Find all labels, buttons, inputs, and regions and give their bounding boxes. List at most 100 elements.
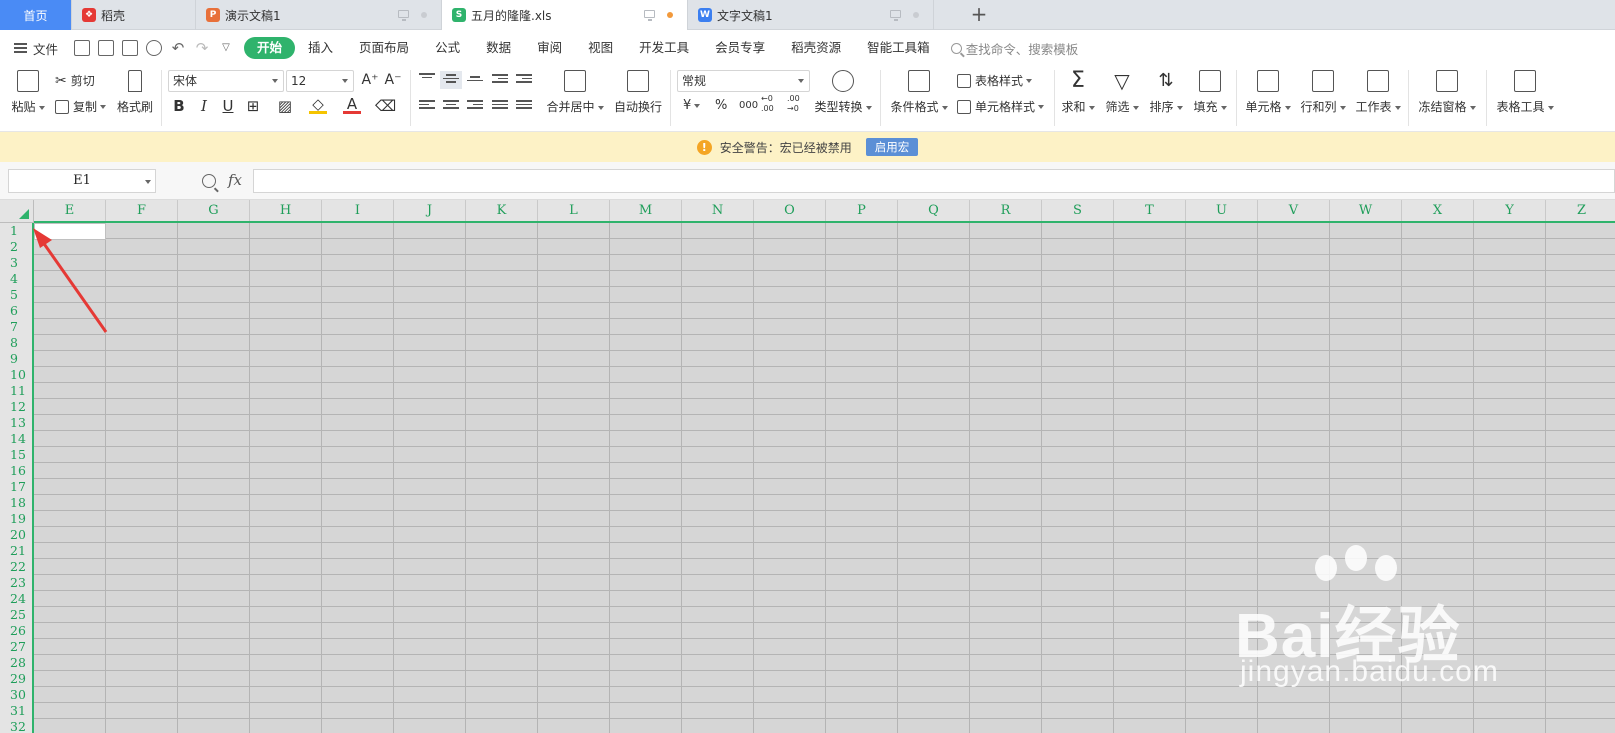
zoom-search-icon[interactable]	[202, 174, 216, 188]
print-icon[interactable]	[122, 40, 139, 56]
row-header-29[interactable]: 29	[0, 671, 32, 687]
column-header-n[interactable]: N	[682, 200, 754, 221]
table-tools-button[interactable]: 表格工具	[1496, 70, 1554, 115]
column-header-x[interactable]: X	[1402, 200, 1474, 221]
row-header-15[interactable]: 15	[0, 447, 32, 463]
column-header-t[interactable]: T	[1114, 200, 1186, 221]
column-header-e[interactable]: E	[34, 200, 106, 221]
align-center-icon[interactable]	[443, 100, 459, 112]
worksheet-button[interactable]: 工作表	[1355, 70, 1401, 115]
conditional-format-button[interactable]: 条件格式	[891, 70, 948, 115]
increase-decimal-icon[interactable]: ←0 .00	[761, 94, 781, 114]
bold-icon[interactable]: B	[170, 96, 188, 116]
align-right-icon[interactable]	[467, 100, 483, 112]
unsaved-dot-icon[interactable]	[667, 12, 673, 18]
distributed-align-icon[interactable]	[516, 100, 532, 112]
column-header-p[interactable]: P	[826, 200, 898, 221]
row-header-18[interactable]: 18	[0, 495, 32, 511]
tab-docer-resources[interactable]: 稻壳资源	[778, 37, 854, 59]
row-header-32[interactable]: 32	[0, 719, 32, 733]
italic-icon[interactable]: I	[195, 96, 213, 116]
row-header-10[interactable]: 10	[0, 367, 32, 383]
fx-icon[interactable]: fx	[228, 171, 242, 189]
border-icon[interactable]: ⊞	[244, 96, 262, 116]
tab-formula[interactable]: 公式	[422, 37, 473, 59]
tab-spreadsheet[interactable]: S 五月的隆隆.xls	[442, 0, 688, 30]
percent-icon[interactable]: %	[715, 97, 727, 115]
align-top-icon[interactable]	[419, 73, 435, 85]
column-header-w[interactable]: W	[1330, 200, 1402, 221]
increase-indent-icon[interactable]	[516, 74, 532, 86]
sum-button[interactable]: Σ 求和	[1061, 70, 1095, 115]
row-header-27[interactable]: 27	[0, 639, 32, 655]
save-icon[interactable]	[74, 40, 91, 56]
tab-page-layout[interactable]: 页面布局	[346, 37, 422, 59]
increase-font-icon[interactable]: A⁺	[361, 70, 379, 90]
close-dot-icon[interactable]	[421, 12, 427, 18]
row-header-20[interactable]: 20	[0, 527, 32, 543]
row-header-3[interactable]: 3	[0, 255, 32, 271]
sort-button[interactable]: ⇅ 排序	[1149, 70, 1183, 115]
decrease-indent-icon[interactable]	[492, 74, 508, 86]
row-header-26[interactable]: 26	[0, 623, 32, 639]
row-header-6[interactable]: 6	[0, 303, 32, 319]
column-header-i[interactable]: I	[322, 200, 394, 221]
row-header-9[interactable]: 9	[0, 351, 32, 367]
close-dot-icon[interactable]	[913, 12, 919, 18]
table-style-button[interactable]: 表格样式	[957, 72, 1033, 89]
row-header-30[interactable]: 30	[0, 687, 32, 703]
row-header-31[interactable]: 31	[0, 703, 32, 719]
row-header-13[interactable]: 13	[0, 415, 32, 431]
column-header-s[interactable]: S	[1042, 200, 1114, 221]
currency-icon[interactable]: ¥	[683, 97, 701, 115]
underline-icon[interactable]: U	[219, 96, 237, 116]
row-header-2[interactable]: 2	[0, 239, 32, 255]
number-format-select[interactable]: 常规	[677, 70, 810, 92]
wrap-text-button[interactable]: 自动换行	[614, 70, 662, 115]
row-header-14[interactable]: 14	[0, 431, 32, 447]
decrease-decimal-icon[interactable]: .00 →0	[787, 94, 807, 114]
row-header-19[interactable]: 19	[0, 511, 32, 527]
row-header-1[interactable]: 1	[0, 223, 32, 239]
fill-color-icon[interactable]: ◇	[309, 96, 327, 114]
row-header-11[interactable]: 11	[0, 383, 32, 399]
tab-developer[interactable]: 开发工具	[626, 37, 702, 59]
tab-data[interactable]: 数据	[473, 37, 524, 59]
row-header-17[interactable]: 17	[0, 479, 32, 495]
column-header-m[interactable]: M	[610, 200, 682, 221]
undo-icon[interactable]: ↶	[170, 40, 186, 56]
row-col-button[interactable]: 行和列	[1300, 70, 1346, 115]
tab-writer[interactable]: W 文字文稿1	[688, 0, 934, 30]
row-header-22[interactable]: 22	[0, 559, 32, 575]
row-header-5[interactable]: 5	[0, 287, 32, 303]
font-size-select[interactable]: 12	[286, 70, 354, 92]
cell-button[interactable]: 单元格	[1245, 70, 1291, 115]
command-search[interactable]: 查找命令、搜索模板	[950, 39, 1078, 58]
column-header-g[interactable]: G	[178, 200, 250, 221]
row-header-7[interactable]: 7	[0, 319, 32, 335]
decrease-font-icon[interactable]: A⁻	[384, 70, 402, 90]
thousands-separator-icon[interactable]: 000	[739, 97, 758, 115]
align-left-icon[interactable]	[419, 100, 435, 112]
row-header-28[interactable]: 28	[0, 655, 32, 671]
new-tab-plus-icon[interactable]: +	[968, 3, 990, 27]
type-convert-button[interactable]: 类型转换	[815, 70, 872, 115]
fill-button[interactable]: 填充	[1193, 70, 1227, 115]
merge-center-button[interactable]: 合并居中	[547, 70, 604, 115]
column-header-k[interactable]: K	[466, 200, 538, 221]
cell-grid[interactable]	[34, 223, 1615, 733]
row-header-23[interactable]: 23	[0, 575, 32, 591]
print-preview-icon[interactable]	[146, 40, 163, 56]
row-header-24[interactable]: 24	[0, 591, 32, 607]
justify-icon[interactable]	[492, 100, 508, 112]
freeze-panes-button[interactable]: 冻结窗格	[1418, 70, 1476, 115]
paste-button[interactable]: 粘贴	[12, 70, 45, 115]
column-header-o[interactable]: O	[754, 200, 826, 221]
column-header-u[interactable]: U	[1186, 200, 1258, 221]
cell-style-button[interactable]: 单元格样式	[957, 98, 1045, 115]
tab-start[interactable]: 开始	[244, 37, 296, 59]
column-header-l[interactable]: L	[538, 200, 610, 221]
align-bottom-icon[interactable]	[467, 76, 483, 88]
tab-member[interactable]: 会员专享	[702, 37, 778, 59]
enable-macro-button[interactable]: 启用宏	[865, 138, 919, 156]
